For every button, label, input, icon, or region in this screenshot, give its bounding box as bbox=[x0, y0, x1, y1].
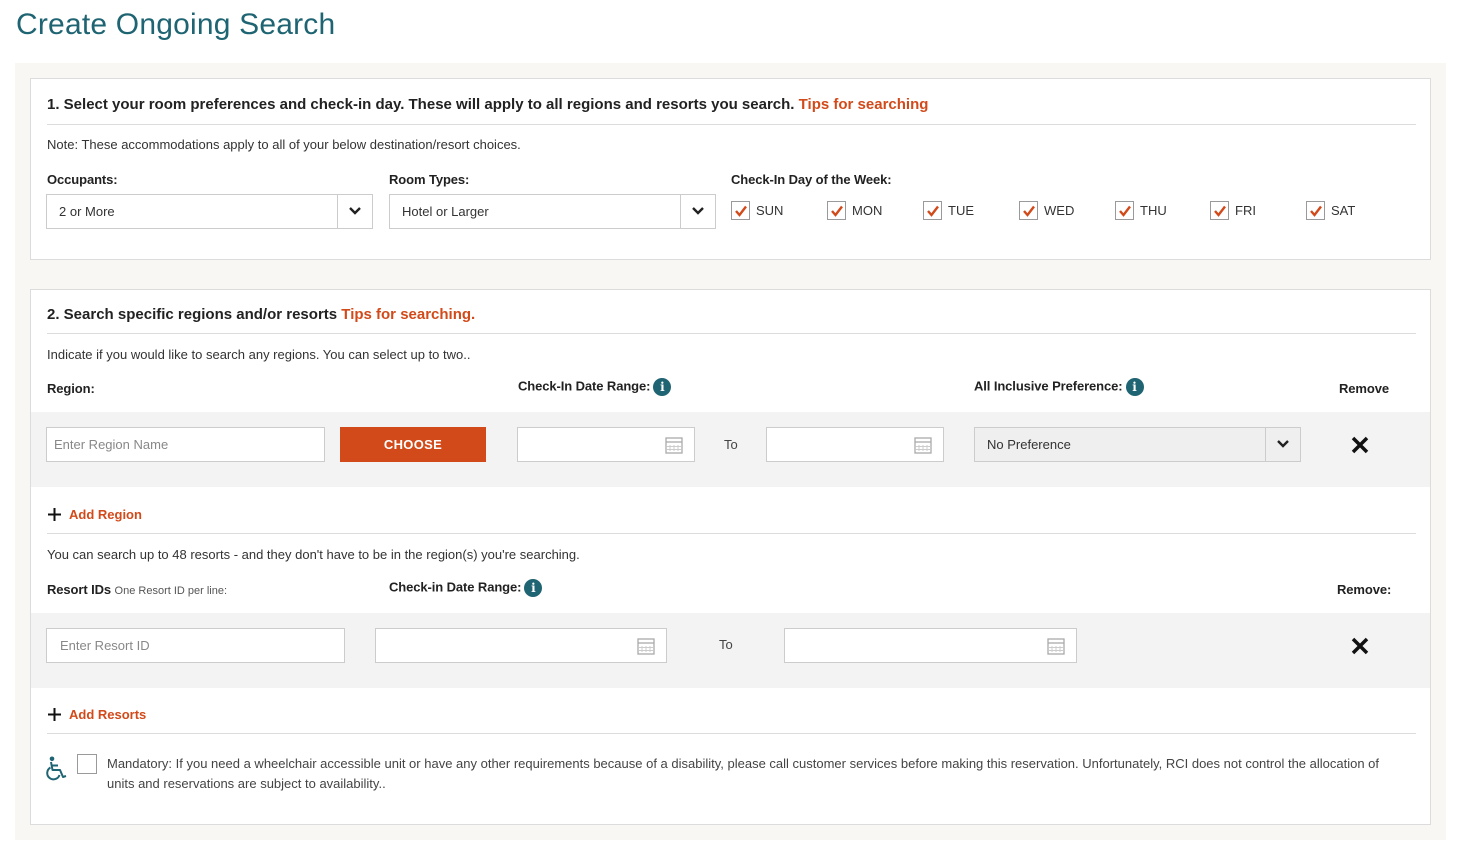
room-preferences-panel: 1. Select your room preferences and chec… bbox=[30, 78, 1431, 260]
region-placeholder: Enter Region Name bbox=[54, 437, 169, 452]
region-checkin-end-input[interactable] bbox=[766, 427, 944, 462]
resort-note: You can search up to 48 resorts - and th… bbox=[47, 547, 580, 562]
tips-for-searching-link-1[interactable]: Tips for searching bbox=[799, 96, 929, 113]
page-title: Create Ongoing Search bbox=[16, 8, 336, 41]
all-inclusive-select[interactable]: No Preference bbox=[974, 427, 1301, 462]
day-label: SAT bbox=[1331, 203, 1356, 218]
all-inclusive-value: No Preference bbox=[987, 437, 1071, 452]
day-label: THU bbox=[1140, 203, 1167, 218]
resort-ids-label: Resort IDs One Resort ID per line: bbox=[47, 582, 227, 597]
room-types-select[interactable]: Hotel or Larger bbox=[389, 194, 716, 229]
section2-heading: 2. Search specific regions and/or resort… bbox=[47, 306, 475, 323]
checkin-range-label: Check-In Date Range: i bbox=[518, 378, 672, 396]
region-note: Indicate if you would like to search any… bbox=[47, 347, 471, 362]
region-name-input[interactable]: Enter Region Name bbox=[46, 427, 325, 462]
wheelchair-icon bbox=[45, 756, 69, 787]
chevron-down-icon[interactable] bbox=[680, 195, 715, 228]
calendar-icon[interactable] bbox=[1047, 637, 1065, 660]
day-label: WED bbox=[1044, 203, 1075, 218]
search-form-container: 1. Select your room preferences and chec… bbox=[15, 63, 1446, 840]
checkbox[interactable] bbox=[1115, 201, 1134, 220]
resort-row: Enter Resort ID To bbox=[31, 613, 1430, 688]
section1-heading: 1. Select your room preferences and chec… bbox=[47, 96, 928, 113]
divider bbox=[47, 333, 1416, 334]
day-label: MON bbox=[852, 203, 883, 218]
add-resorts-label: Add Resorts bbox=[69, 707, 147, 722]
day-label: SUN bbox=[756, 203, 784, 218]
plus-icon bbox=[47, 707, 62, 727]
divider bbox=[47, 124, 1416, 125]
checkbox[interactable] bbox=[1306, 201, 1325, 220]
resort-checkin-end-input[interactable] bbox=[784, 628, 1077, 663]
checkin-range-label-text: Check-In Date Range: bbox=[518, 378, 651, 394]
tips-for-searching-link-2[interactable]: Tips for searching. bbox=[341, 306, 475, 323]
info-icon[interactable]: i bbox=[1125, 378, 1144, 396]
resort-ids-label-text: Resort IDs bbox=[47, 582, 112, 597]
region-row: Enter Region Name CHOOSE To No Preferenc… bbox=[31, 412, 1430, 487]
all-inclusive-label: All Inclusive Preference: i bbox=[974, 378, 1144, 396]
info-icon[interactable]: i bbox=[524, 579, 543, 597]
day-label: FRI bbox=[1235, 203, 1256, 218]
occupants-value: 2 or More bbox=[59, 204, 115, 219]
chevron-down-icon[interactable] bbox=[1265, 428, 1300, 461]
checkbox[interactable] bbox=[1019, 201, 1038, 220]
to-label: To bbox=[724, 437, 738, 452]
section1-heading-text: 1. Select your room preferences and chec… bbox=[47, 96, 795, 113]
occupants-label: Occupants: bbox=[47, 172, 118, 187]
accommodations-note: Note: These accommodations apply to all … bbox=[47, 137, 521, 152]
choose-button[interactable]: CHOOSE bbox=[340, 427, 486, 462]
close-icon[interactable] bbox=[1350, 636, 1372, 658]
add-region-label: Add Region bbox=[69, 507, 142, 522]
resort-placeholder: Enter Resort ID bbox=[60, 638, 150, 653]
calendar-icon[interactable] bbox=[665, 436, 683, 459]
resort-checkin-range-label: Check-in Date Range: i bbox=[389, 579, 543, 597]
mandatory-accessibility-text: Mandatory: If you need a wheelchair acce… bbox=[107, 756, 1380, 791]
resort-id-input[interactable]: Enter Resort ID bbox=[46, 628, 345, 663]
info-icon[interactable]: i bbox=[653, 378, 672, 396]
close-icon[interactable] bbox=[1350, 435, 1372, 457]
all-inclusive-label-text: All Inclusive Preference: bbox=[974, 378, 1123, 394]
chevron-down-icon[interactable] bbox=[337, 195, 372, 228]
checkbox[interactable] bbox=[923, 201, 942, 220]
checkbox[interactable] bbox=[1210, 201, 1229, 220]
day-label: TUE bbox=[948, 203, 974, 218]
divider bbox=[47, 733, 1416, 734]
resort-checkin-start-input[interactable] bbox=[375, 628, 667, 663]
calendar-icon[interactable] bbox=[637, 637, 655, 660]
occupants-select[interactable]: 2 or More bbox=[46, 194, 373, 229]
room-types-label: Room Types: bbox=[389, 172, 470, 187]
resort-remove-label: Remove: bbox=[1337, 582, 1392, 597]
region-checkin-start-input[interactable] bbox=[517, 427, 695, 462]
resort-checkin-range-label-text: Check-in Date Range: bbox=[389, 579, 522, 595]
regions-resorts-panel: 2. Search specific regions and/or resort… bbox=[30, 289, 1431, 825]
plus-icon bbox=[47, 507, 62, 527]
resort-ids-sublabel: One Resort ID per line: bbox=[114, 585, 228, 597]
calendar-icon[interactable] bbox=[914, 436, 932, 459]
accessibility-checkbox[interactable] bbox=[77, 754, 97, 774]
checkbox[interactable] bbox=[731, 201, 750, 220]
checkbox[interactable] bbox=[827, 201, 846, 220]
remove-label: Remove bbox=[1339, 381, 1389, 396]
divider bbox=[47, 533, 1416, 534]
checkin-day-label: Check-In Day of the Week: bbox=[731, 172, 892, 187]
region-label: Region: bbox=[47, 381, 95, 396]
room-types-value: Hotel or Larger bbox=[402, 204, 489, 219]
section2-heading-text: 2. Search specific regions and/or resort… bbox=[47, 306, 338, 323]
to-label: To bbox=[719, 637, 733, 652]
